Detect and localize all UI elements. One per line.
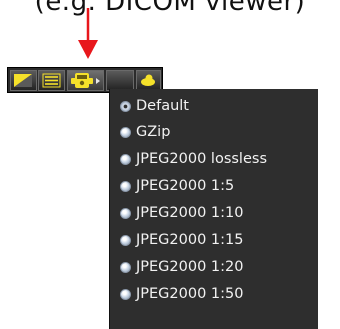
list-lines-icon — [39, 71, 64, 90]
menu-item-jpeg2000-1-20[interactable]: JPEG2000 1:20 — [110, 254, 319, 280]
triangle-tool-icon — [11, 71, 36, 90]
radio-icon — [120, 207, 131, 219]
compression-dropdown-menu: Default GZip JPEG2000 lossless JPEG2000 … — [109, 89, 318, 329]
menu-item-label: Default — [136, 98, 189, 114]
menu-item-default[interactable]: Default — [110, 93, 319, 119]
radio-icon — [120, 153, 131, 165]
menu-item-label: JPEG2000 1:10 — [136, 205, 244, 221]
radio-icon — [120, 126, 131, 138]
list-button[interactable] — [38, 70, 65, 91]
radio-icon — [120, 261, 131, 273]
cloud-icon — [137, 71, 160, 90]
menu-item-jpeg2000-1-50[interactable]: JPEG2000 1:50 — [110, 281, 319, 307]
compression-gear-icon — [68, 71, 103, 90]
radio-icon — [120, 288, 131, 300]
menu-item-jpeg2000-lossless[interactable]: JPEG2000 lossless — [110, 146, 319, 172]
cloud-button[interactable] — [136, 70, 161, 91]
menu-item-label: JPEG2000 1:50 — [136, 286, 244, 302]
radio-selected-icon — [120, 100, 131, 112]
compression-menu-button[interactable] — [67, 70, 104, 91]
menu-item-label: JPEG2000 1:5 — [136, 178, 235, 194]
red-arrow-indicator — [78, 8, 98, 59]
radio-icon — [120, 234, 131, 246]
menu-item-jpeg2000-1-10[interactable]: JPEG2000 1:10 — [110, 200, 319, 226]
menu-item-jpeg2000-1-5[interactable]: JPEG2000 1:5 — [110, 173, 319, 199]
triangle-tool-button[interactable] — [10, 70, 37, 91]
menu-item-label: JPEG2000 1:15 — [136, 232, 244, 248]
menu-item-label: JPEG2000 lossless — [136, 151, 267, 167]
top-caption: (e.g. DICOM viewer) — [34, 0, 306, 17]
radio-icon — [120, 180, 131, 192]
menu-item-label: GZip — [136, 124, 171, 140]
menu-item-jpeg2000-1-15[interactable]: JPEG2000 1:15 — [110, 227, 319, 253]
menu-item-label: JPEG2000 1:20 — [136, 259, 244, 275]
blank-toolbar-button[interactable] — [106, 70, 134, 91]
menu-item-gzip[interactable]: GZip — [110, 119, 319, 145]
